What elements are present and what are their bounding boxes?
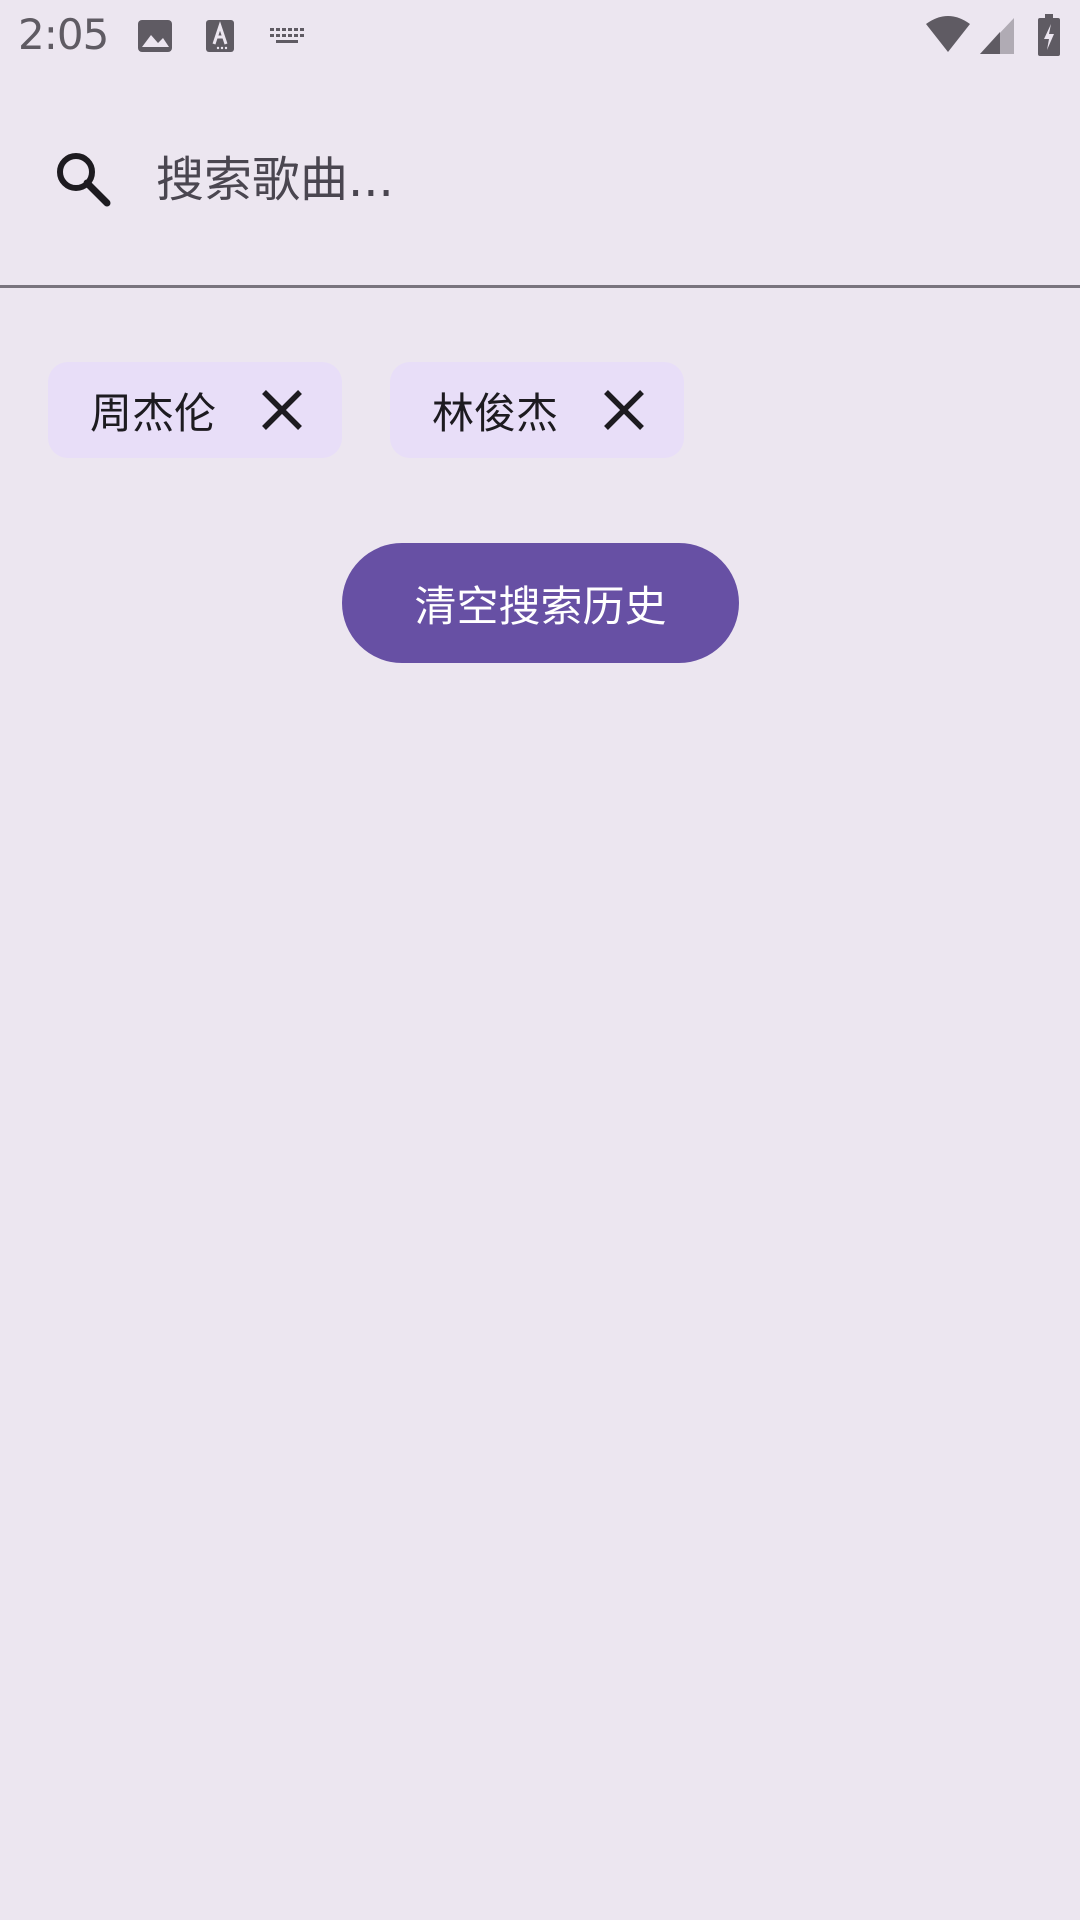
search-input[interactable] (156, 142, 1016, 218)
keyboard-icon (268, 14, 308, 58)
chip-label: 周杰伦 (90, 388, 217, 438)
search-history-chips: 周杰伦 林俊杰 (48, 362, 684, 458)
chip-label: 林俊杰 (432, 388, 559, 438)
image-icon (136, 14, 174, 58)
close-icon[interactable] (602, 388, 646, 432)
wifi-icon (924, 14, 972, 58)
history-chip[interactable]: 周杰伦 (48, 362, 342, 458)
cellular-signal-icon (978, 14, 1016, 58)
search-icon[interactable] (54, 150, 112, 208)
status-time: 2:05 (18, 10, 109, 59)
clear-history-button[interactable]: 清空搜索历史 (342, 543, 739, 663)
search-bar (0, 72, 1080, 288)
status-bar: 2:05 (0, 0, 1080, 72)
close-icon[interactable] (260, 388, 304, 432)
history-chip[interactable]: 林俊杰 (390, 362, 684, 458)
battery-charging-icon (1036, 14, 1062, 58)
text-a-icon (204, 14, 236, 58)
